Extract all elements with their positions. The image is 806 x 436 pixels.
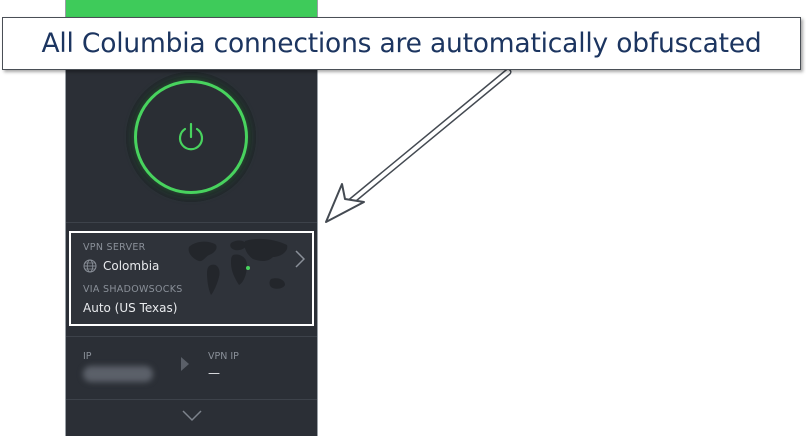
world-map-icon	[188, 238, 288, 295]
vpn-server-name: Colombia	[103, 259, 160, 273]
vpn-ip-value: —	[208, 366, 220, 380]
annotation-callout: All Columbia connections are automatical…	[2, 17, 801, 70]
annotation-text: All Columbia connections are automatical…	[41, 28, 762, 59]
chevron-right-icon[interactable]	[295, 250, 305, 268]
divider	[66, 399, 317, 400]
play-icon	[181, 357, 189, 371]
connection-status-bar	[66, 0, 317, 18]
via-server-value: Auto (US Texas)	[83, 301, 178, 315]
divider	[66, 336, 317, 337]
power-icon	[178, 122, 204, 151]
divider	[66, 222, 317, 223]
chevron-down-icon[interactable]	[182, 410, 202, 422]
power-button[interactable]	[134, 80, 248, 194]
via-shadowsocks-label: VIA SHADOWSOCKS	[83, 284, 183, 295]
vpn-server-label: VPN SERVER	[83, 242, 146, 253]
ip-value-blurred	[83, 366, 153, 382]
vpn-server-selector[interactable]: VPN SERVER Colombia VIA SHADOWSOCKS Auto…	[69, 231, 314, 326]
ip-label: IP	[83, 351, 92, 362]
vpn-ip-label: VPN IP	[208, 351, 239, 362]
globe-icon	[83, 259, 97, 273]
